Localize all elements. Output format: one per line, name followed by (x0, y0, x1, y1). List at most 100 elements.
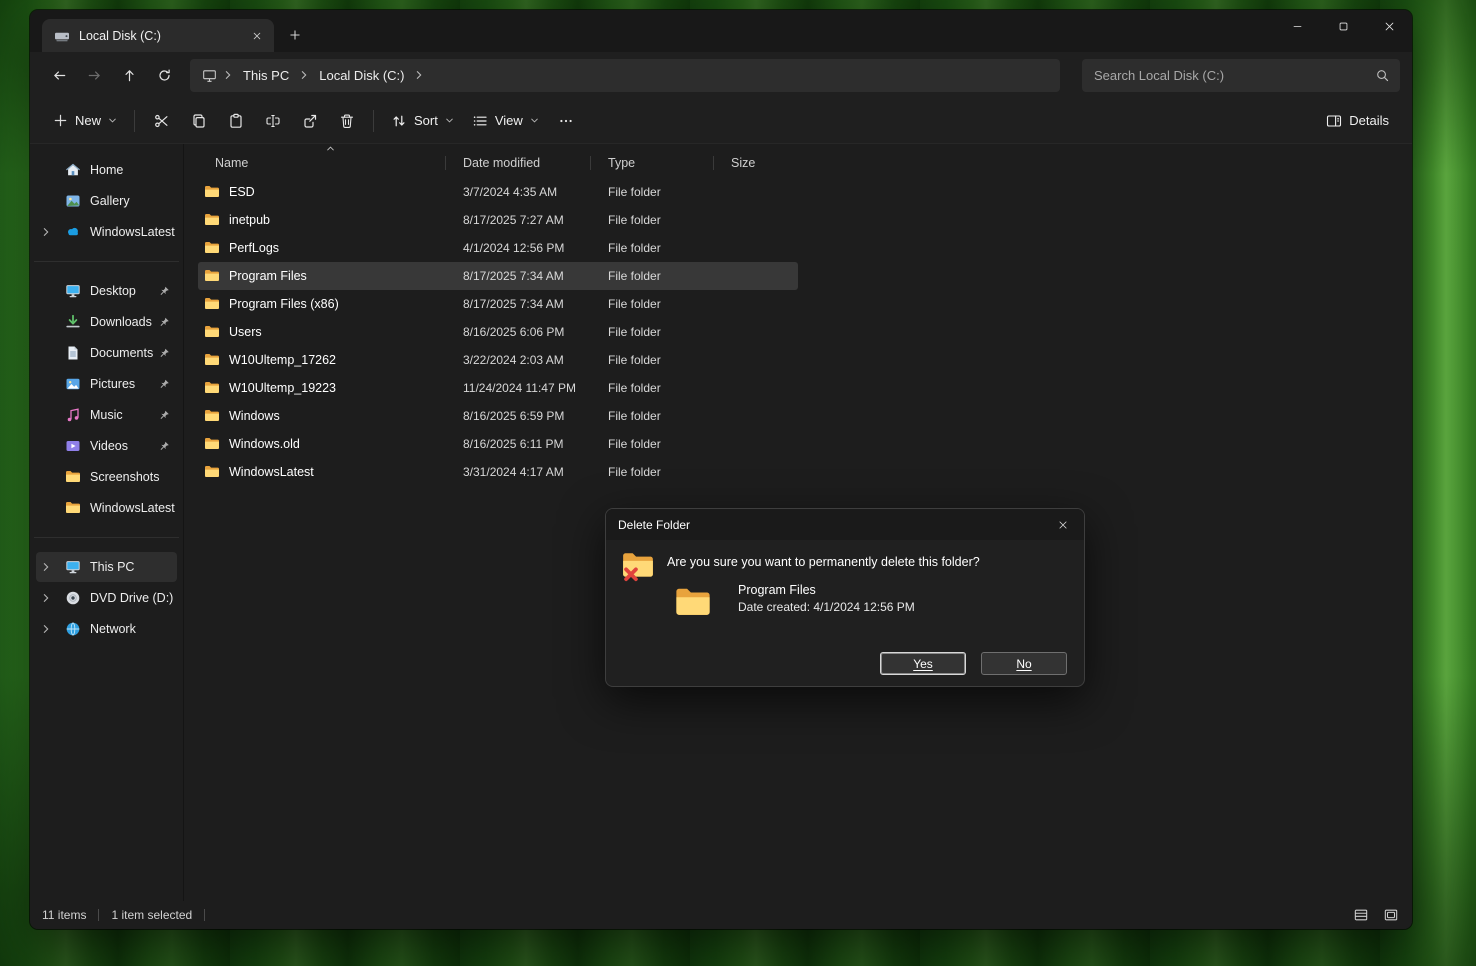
file-row[interactable]: Windows 8/16/2025 6:59 PM File folder (198, 402, 798, 430)
no-button[interactable]: No (981, 652, 1067, 675)
new-tab-button[interactable] (280, 20, 310, 50)
breadcrumb-local-disk[interactable]: Local Disk (C:) (315, 65, 408, 86)
refresh-button[interactable] (147, 58, 182, 92)
details-pane-icon (1326, 113, 1342, 129)
network-icon (65, 621, 81, 637)
sidebar-item-pictures[interactable]: Pictures (36, 369, 177, 399)
file-row[interactable]: Users 8/16/2025 6:06 PM File folder (198, 318, 798, 346)
up-button[interactable] (112, 58, 147, 92)
breadcrumb-chevron-icon (300, 70, 308, 80)
file-name: Windows.old (229, 437, 300, 451)
file-rows: ESD 3/7/2024 4:35 AM File folder inetpub… (198, 178, 798, 486)
folder-icon (204, 240, 220, 256)
address-bar[interactable]: This PC Local Disk (C:) (190, 59, 1060, 92)
back-button[interactable] (42, 58, 77, 92)
pin-icon (159, 286, 170, 297)
sidebar-item-this-pc[interactable]: This PC (36, 552, 177, 582)
sidebar-item-label: Gallery (90, 194, 130, 208)
column-header-size[interactable]: Size (713, 148, 798, 178)
file-row[interactable]: ESD 3/7/2024 4:35 AM File folder (198, 178, 798, 206)
sidebar-item-home[interactable]: Home (36, 155, 177, 185)
sidebar-item-onedrive[interactable]: WindowsLatest - P (36, 217, 177, 247)
copy-button[interactable] (180, 105, 217, 137)
file-row[interactable]: Windows.old 8/16/2025 6:11 PM File folde… (198, 430, 798, 458)
title-bar[interactable]: Local Disk (C:) (30, 10, 1412, 52)
folder-icon (204, 408, 220, 424)
chevron-right-icon[interactable] (42, 227, 50, 237)
column-header-name[interactable]: Name (198, 148, 445, 178)
sidebar-item-windowslatest[interactable]: WindowsLatest (36, 493, 177, 523)
sidebar-item-documents[interactable]: Documents (36, 338, 177, 368)
delete-folder-dialog: Delete Folder Are you sure you want to p… (605, 508, 1085, 687)
file-name: PerfLogs (229, 241, 279, 255)
dialog-title: Delete Folder (618, 518, 690, 532)
details-pane-button[interactable]: Details (1317, 105, 1398, 137)
status-separator (204, 909, 205, 921)
sort-icon (391, 113, 407, 129)
yes-button[interactable]: Yes (880, 652, 966, 675)
sidebar-item-music[interactable]: Music (36, 400, 177, 430)
file-name-cell: W10Ultemp_19223 (198, 380, 445, 396)
close-button[interactable] (1366, 10, 1412, 43)
file-row[interactable]: W10Ultemp_17262 3/22/2024 2:03 AM File f… (198, 346, 798, 374)
column-header-type[interactable]: Type (590, 148, 713, 178)
large-icons-view-icon[interactable] (1380, 905, 1402, 925)
documents-icon (65, 345, 81, 361)
file-type: File folder (590, 465, 713, 479)
file-type: File folder (590, 269, 713, 283)
file-row[interactable]: WindowsLatest 3/31/2024 4:17 AM File fol… (198, 458, 798, 486)
sidebar-item-desktop[interactable]: Desktop (36, 276, 177, 306)
paste-button[interactable] (217, 105, 254, 137)
file-modified: 8/16/2025 6:59 PM (445, 409, 590, 423)
chevron-down-icon (445, 116, 454, 125)
dialog-body: Are you sure you want to permanently del… (606, 540, 1084, 687)
sidebar-item-screenshots[interactable]: Screenshots (36, 462, 177, 492)
sidebar-item-videos[interactable]: Videos (36, 431, 177, 461)
file-type: File folder (590, 241, 713, 255)
breadcrumb-this-pc[interactable]: This PC (239, 65, 293, 86)
file-row-selected[interactable]: Program Files 8/17/2025 7:34 AM File fol… (198, 262, 798, 290)
sort-button[interactable]: Sort (382, 105, 463, 137)
new-button[interactable]: New (44, 105, 126, 137)
sidebar-item-dvd-drive[interactable]: DVD Drive (D:) CCC (36, 583, 177, 613)
sidebar-item-downloads[interactable]: Downloads (36, 307, 177, 337)
tab-close-icon[interactable] (246, 25, 268, 47)
sidebar-item-label: WindowsLatest - P (90, 225, 177, 239)
forward-button[interactable] (77, 58, 112, 92)
file-row[interactable]: PerfLogs 4/1/2024 12:56 PM File folder (198, 234, 798, 262)
file-modified: 3/31/2024 4:17 AM (445, 465, 590, 479)
file-modified: 8/16/2025 6:11 PM (445, 437, 590, 451)
chevron-right-icon[interactable] (42, 624, 50, 634)
file-name-cell: WindowsLatest (198, 464, 445, 480)
share-button[interactable] (291, 105, 328, 137)
minimize-button[interactable] (1274, 10, 1320, 43)
maximize-button[interactable] (1320, 10, 1366, 43)
cut-button[interactable] (143, 105, 180, 137)
search-box[interactable] (1082, 59, 1400, 92)
more-options-button[interactable] (548, 105, 585, 137)
plus-icon (53, 113, 68, 128)
file-name: Users (229, 325, 262, 339)
view-toggles (1350, 905, 1402, 925)
column-header-date-modified[interactable]: Date modified (445, 148, 590, 178)
dialog-close-icon[interactable] (1042, 509, 1084, 540)
file-row[interactable]: W10Ultemp_19223 11/24/2024 11:47 PM File… (198, 374, 798, 402)
dialog-title-bar[interactable]: Delete Folder (606, 509, 1084, 540)
sidebar-item-network[interactable]: Network (36, 614, 177, 644)
file-modified: 11/24/2024 11:47 PM (445, 381, 590, 395)
chevron-right-icon[interactable] (42, 562, 50, 572)
sidebar-item-label: Screenshots (90, 470, 159, 484)
search-icon (1375, 68, 1390, 83)
view-button[interactable]: View (463, 105, 548, 137)
column-headers: Name Date modified Type Size (198, 148, 798, 178)
details-view-icon[interactable] (1350, 905, 1372, 925)
search-input[interactable] (1094, 68, 1375, 83)
pin-icon (159, 348, 170, 359)
explorer-tab[interactable]: Local Disk (C:) (42, 19, 274, 52)
delete-button[interactable] (328, 105, 365, 137)
rename-button[interactable] (254, 105, 291, 137)
file-row[interactable]: Program Files (x86) 8/17/2025 7:34 AM Fi… (198, 290, 798, 318)
chevron-right-icon[interactable] (42, 593, 50, 603)
sidebar-item-gallery[interactable]: Gallery (36, 186, 177, 216)
file-row[interactable]: inetpub 8/17/2025 7:27 AM File folder (198, 206, 798, 234)
